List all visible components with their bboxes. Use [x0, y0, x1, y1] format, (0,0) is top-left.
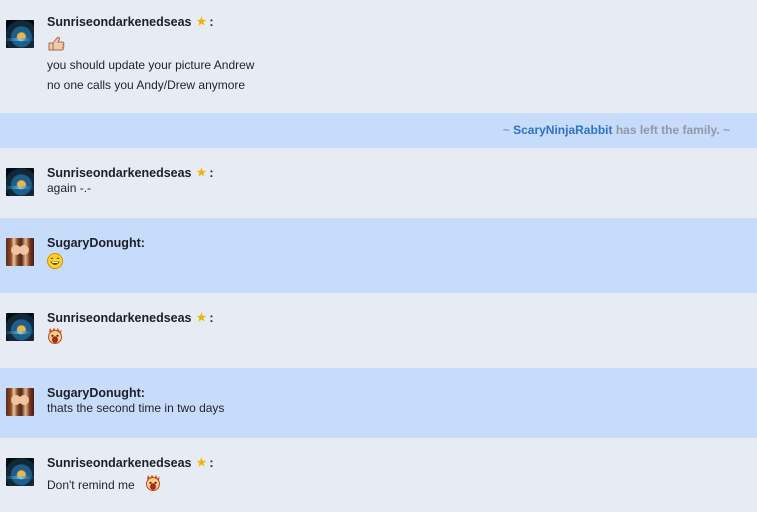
- sender-name-text: Sunriseondarkenedseas: [47, 311, 192, 325]
- system-message: ~ ScaryNinjaRabbit has left the family. …: [0, 113, 757, 148]
- sender-name: Sunriseondarkenedseas ★:: [47, 456, 214, 470]
- message-text: you should update your picture Andrew: [47, 58, 255, 72]
- laughing-face-icon: [47, 253, 63, 269]
- sender-name: Sunriseondarkenedseas ★:: [47, 15, 214, 29]
- thumbs-up-icon: [48, 36, 65, 51]
- sender-colon: :: [209, 311, 214, 325]
- star-icon: ★: [196, 16, 207, 28]
- sender-colon: :: [209, 166, 214, 180]
- avatar[interactable]: [6, 313, 34, 341]
- sender-name-text: Sunriseondarkenedseas: [47, 456, 192, 470]
- status-suffix: ~: [722, 123, 730, 137]
- message-text: no one calls you Andy/Drew anymore: [47, 78, 246, 92]
- status-text: ~ ScaryNinjaRabbit has left the family. …: [503, 123, 730, 137]
- chat-message: Sunriseondarkenedseas ★: again -.-: [0, 148, 757, 218]
- avatar[interactable]: [6, 388, 34, 416]
- sender-colon: :: [209, 15, 214, 29]
- star-icon: ★: [196, 167, 207, 179]
- chat-message: Sunriseondarkenedseas ★: you should updat…: [0, 0, 757, 113]
- chat-message: Sunriseondarkenedseas ★: Don't remind me: [0, 438, 757, 512]
- message-text: again -.-: [47, 181, 92, 195]
- avatar[interactable]: [6, 238, 34, 266]
- system-user-link[interactable]: ScaryNinjaRabbit: [513, 123, 612, 137]
- sender-colon: :: [209, 456, 214, 470]
- avatar[interactable]: [6, 458, 34, 486]
- sender-name: SugaryDonught:: [47, 236, 145, 250]
- avatar[interactable]: [6, 168, 34, 196]
- screaming-face-icon: [48, 327, 62, 344]
- avatar[interactable]: [6, 20, 34, 48]
- chat-message: Sunriseondarkenedseas ★:: [0, 293, 757, 368]
- status-message: has left the family.: [615, 123, 720, 137]
- chat-message: SugaryDonught: thats the second time in …: [0, 368, 757, 438]
- status-prefix: ~: [502, 123, 510, 137]
- screaming-face-icon: [146, 474, 160, 491]
- star-icon: ★: [196, 312, 207, 324]
- star-icon: ★: [196, 457, 207, 469]
- sender-name-text: Sunriseondarkenedseas: [47, 15, 192, 29]
- chat-message: SugaryDonught:: [0, 218, 757, 293]
- message-text: Don't remind me: [47, 478, 135, 492]
- sender-name: Sunriseondarkenedseas ★:: [47, 311, 214, 325]
- message-text: thats the second time in two days: [47, 401, 225, 415]
